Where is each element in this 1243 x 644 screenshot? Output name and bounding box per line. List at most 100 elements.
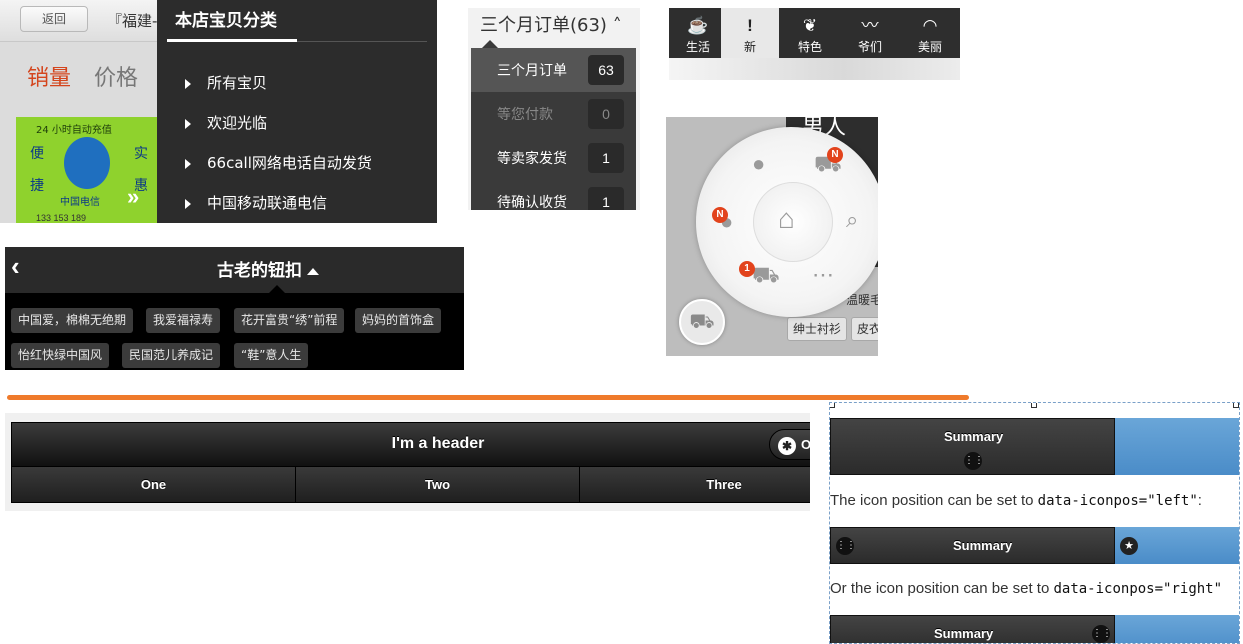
code-snippet: data-iconpos="left" — [1037, 493, 1198, 509]
tag-chip[interactable]: 花开富贵“绣”前程 — [234, 308, 345, 333]
home-button[interactable]: ⌂ — [753, 182, 833, 262]
chevron-up-icon: ˄ — [612, 15, 622, 36]
order-row-label: 待确认收货 — [497, 195, 567, 210]
orders-header-label: 三个月订单(63) — [480, 15, 607, 36]
options-button[interactable]: ✱ O — [769, 429, 810, 460]
tag-chip[interactable]: 怡红快绿中国风 — [11, 343, 110, 368]
tab-men[interactable]: 〰爷们 — [841, 8, 899, 58]
category-item[interactable]: 中国移动联通电信 — [185, 192, 327, 213]
tag-panel-title[interactable]: 古老的钮扣 — [217, 256, 319, 281]
grid-icon: ⋮⋮ — [964, 452, 984, 470]
tag-chip[interactable]: “鞋”意人生 — [234, 343, 309, 368]
lips-icon: ◠ — [922, 16, 938, 35]
radial-menu-panel: 男人 温暖毛 绅士衬衫 皮衣 ● ⛟ N ● N ⌕ ⛟ 1 ⋯ ⌂ ⛟ — [666, 117, 878, 356]
caret-right-icon — [185, 78, 191, 89]
category-chip[interactable]: 绅士衬衫 — [787, 317, 848, 341]
order-row[interactable]: 待确认收货 1 — [471, 180, 636, 210]
product-brand: 中国电信 — [60, 197, 100, 208]
tab-new[interactable]: ! 新 — [721, 8, 779, 58]
nav-item-one[interactable]: One — [11, 466, 296, 503]
text-prefix: The icon position can be set to — [830, 492, 1038, 509]
cart-badge: N — [827, 147, 843, 163]
truck-badge: 1 — [739, 261, 755, 277]
category-chip[interactable]: 皮衣 — [851, 317, 878, 341]
product-side-text: 便 — [30, 146, 44, 162]
collapsible-iconpos-demo: Summary ⋮⋮ The icon position can be set … — [829, 402, 1240, 644]
resize-handle[interactable] — [1233, 403, 1239, 408]
banner-image — [669, 58, 960, 80]
header-title: I'm a header — [391, 435, 485, 452]
nav-item-two[interactable]: Two — [295, 466, 580, 503]
summary-accent — [1115, 418, 1239, 475]
category-menu-title: 本店宝贝分类 — [175, 11, 277, 31]
search-icon[interactable]: ⌕ — [846, 207, 858, 233]
tab-label: 新 — [743, 40, 756, 54]
chat-badge: N — [712, 207, 728, 223]
feather-icon: ❦ — [802, 16, 818, 35]
tab-label: 美丽 — [917, 40, 942, 54]
sort-by-sales-tab[interactable]: 销量 — [27, 60, 71, 92]
home-icon: ⌂ — [778, 203, 795, 234]
resize-handle[interactable] — [830, 403, 835, 408]
orders-dropdown-panel: 三个月订单(63) ˄ 三个月订单 63 等您付款 0 等卖家发货 1 待确认收货 1 — [468, 8, 640, 210]
category-item[interactable]: 所有宝贝 — [185, 72, 267, 93]
grid-icon: ⋮⋮ — [1092, 625, 1112, 643]
collapsible-summary-bottom[interactable]: Summary ⋮⋮ — [830, 418, 1239, 475]
tab-life[interactable]: ☕ 生活 — [669, 8, 727, 58]
more-icon[interactable]: ⋯ — [812, 262, 834, 288]
dropdown-caret — [482, 40, 498, 48]
title-underline — [167, 39, 297, 42]
dropdown-caret — [269, 285, 285, 293]
truck-icon[interactable]: ⛟ — [752, 262, 780, 291]
grid-icon: ⋮⋮ — [836, 537, 856, 555]
orders-header[interactable]: 三个月订单(63) ˄ — [480, 11, 622, 37]
tag-chip[interactable]: 妈妈的首饰盒 — [355, 308, 442, 333]
order-count-badge: 1 — [588, 143, 624, 173]
resize-handle[interactable] — [1031, 403, 1037, 408]
order-row[interactable]: 等您付款 0 — [471, 92, 636, 136]
tag-chip[interactable]: 民国范儿养成记 — [122, 343, 221, 368]
collapsible-summary-left[interactable]: ⋮⋮ Summary ★ — [830, 527, 1239, 564]
delivery-toggle-button[interactable]: ⛟ — [679, 299, 725, 345]
tag-chip[interactable]: 我爱福禄寿 — [146, 308, 221, 333]
user-icon[interactable]: ● — [752, 151, 765, 177]
nav-item-three[interactable]: Three — [579, 466, 810, 503]
order-row[interactable]: 三个月订单 63 — [471, 48, 636, 92]
order-row-label: 三个月订单 — [497, 63, 567, 79]
product-numbers: 133 153 189 — [36, 213, 87, 223]
category-item[interactable]: 66call网络电话自动发货 — [185, 152, 372, 173]
caret-right-icon — [185, 118, 191, 129]
tag-chip[interactable]: 中国爱，棉棉无绝期 — [11, 308, 134, 333]
collapsible-summary-right[interactable]: Summary ⋮⋮ — [830, 615, 1239, 643]
sort-by-price-tab[interactable]: 价格 — [94, 60, 138, 92]
tag-panel: ‹ 古老的钮扣 中国爱，棉棉无绝期 我爱福禄寿 花开富贵“绣”前程 妈妈的首饰盒… — [5, 247, 464, 370]
tab-beauty[interactable]: ◠ 美丽 — [901, 8, 959, 58]
back-chevron-icon[interactable]: ‹ — [11, 251, 20, 282]
caret-up-icon — [307, 267, 319, 275]
product-side-text: 实 — [134, 146, 148, 162]
summary-label: Summary — [953, 538, 1013, 553]
cup-icon: ☕ — [687, 16, 709, 35]
store-name: 『福建- — [107, 12, 158, 30]
order-row-label: 等您付款 — [497, 107, 553, 123]
text-prefix: Or the icon position can be set to — [830, 580, 1054, 597]
order-row[interactable]: 等卖家发货 1 — [471, 136, 636, 180]
back-button[interactable]: 返回 — [20, 6, 88, 32]
text-suffix: : — [1197, 492, 1202, 509]
star-icon: ★ — [1120, 537, 1138, 555]
category-item[interactable]: 欢迎光临 — [185, 112, 267, 133]
category-item-label: 66call网络电话自动发货 — [207, 154, 372, 172]
summary-accent — [1115, 615, 1239, 643]
iconpos-left-text: The icon position can be set to data-ico… — [830, 492, 1202, 509]
tab-featured[interactable]: ❦ 特色 — [781, 8, 839, 58]
tab-label: 爷们 — [857, 40, 882, 54]
gear-icon: ✱ — [778, 436, 796, 455]
iconpos-right-text: Or the icon position can be set to data-… — [830, 580, 1222, 597]
telecom-logo-icon — [64, 137, 110, 189]
caret-right-icon — [185, 198, 191, 209]
double-chevron-right-icon[interactable]: » — [127, 184, 139, 210]
exclamation-icon: ! — [747, 16, 753, 35]
category-menu: 本店宝贝分类 所有宝贝 欢迎光临 66call网络电话自动发货 中国移动联通电信 — [157, 0, 437, 223]
summary-label: Summary — [934, 626, 994, 641]
tab-label: 特色 — [797, 40, 822, 54]
